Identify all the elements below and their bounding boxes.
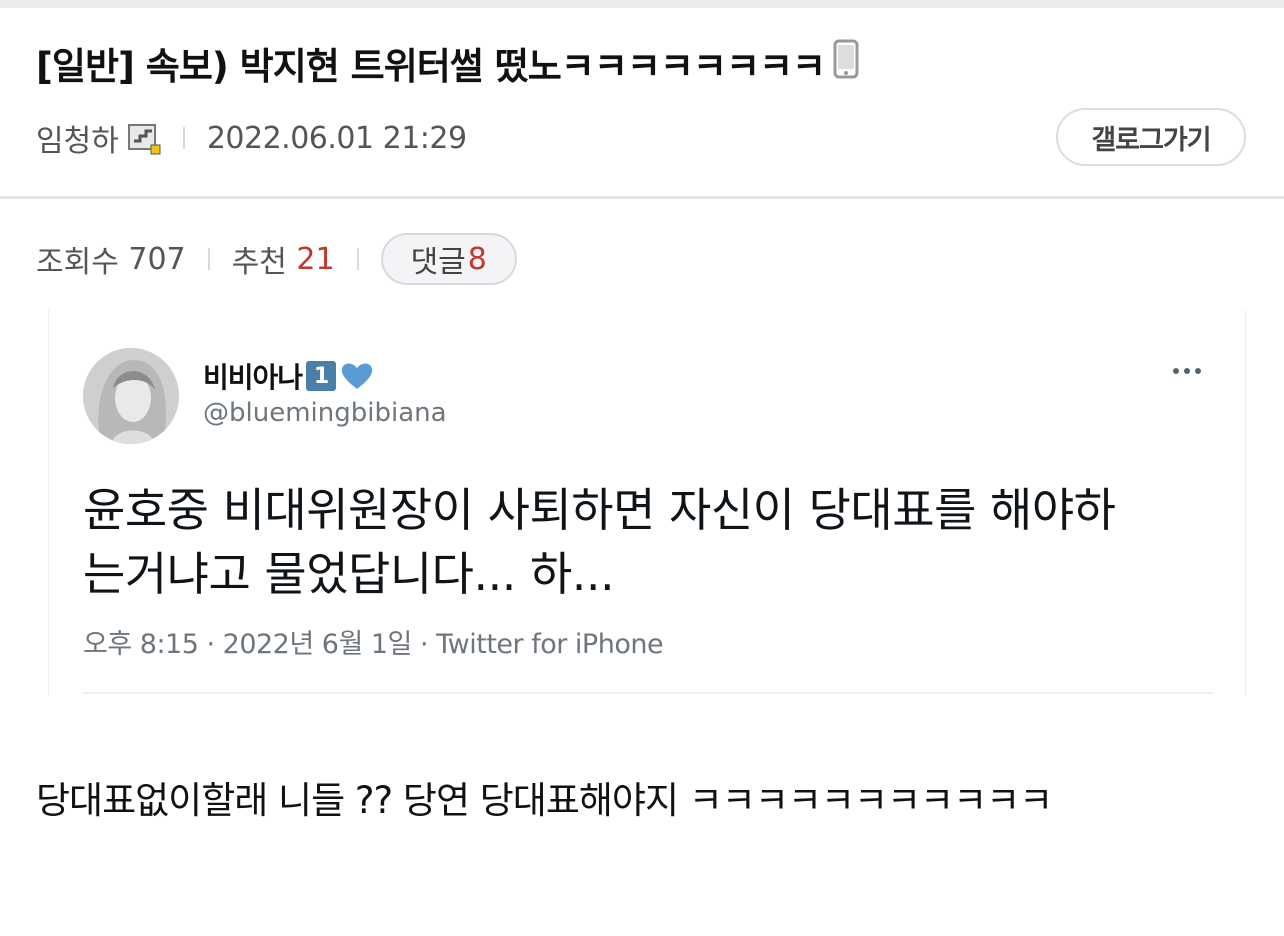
post-title: [일반] 속보) 박지현 트위터썰 떴노ㅋㅋㅋㅋㅋㅋㅋㅋ — [36, 39, 859, 95]
comments-label: 댓글 — [410, 245, 466, 280]
gallog-button[interactable]: 갤로그가기 — [1056, 108, 1246, 166]
tweet-author-text: 비비아나 — [203, 361, 303, 394]
meta-separator — [182, 127, 185, 149]
post-title-text: [일반] 속보) 박지현 트위터썰 떴노ㅋㅋㅋㅋㅋㅋㅋㅋ — [36, 45, 826, 88]
post-datetime: 2022.06.01 21:29 — [206, 120, 467, 156]
tweet-author-name: 비비아나 1 — [203, 356, 374, 396]
post-meta: 임청하 2022.06.01 21:29 — [36, 116, 467, 160]
tweet-divider — [83, 692, 1213, 694]
more-icon — [1173, 368, 1201, 374]
post-stats: 조회수 707 추천 21 댓글 8 — [36, 232, 517, 286]
post-body: 당대표없이할래 니들 ?? 당연 당대표해야지 ㅋㅋㅋㅋㅋㅋㅋㅋㅋㅋㅋ — [36, 779, 1053, 822]
comments-button[interactable]: 댓글 8 — [380, 233, 517, 285]
top-border — [0, 0, 1284, 8]
tweet-handle: @bluemingbibiana — [203, 398, 447, 428]
tweet-footer: 오후 8:15 · 2022년 6월 1일 · Twitter for iPho… — [83, 629, 664, 660]
phone-icon — [833, 39, 859, 92]
recommend-label: 추천 — [231, 245, 287, 280]
author-name[interactable]: 임청하 — [36, 116, 119, 160]
stats-separator — [207, 248, 210, 270]
avatar — [83, 348, 179, 444]
tweet-text-line2: 는거냐고 물었답니다... 하... — [83, 547, 615, 601]
verified-heart-icon — [340, 361, 374, 391]
views-label: 조회수 — [36, 245, 119, 280]
number-badge: 1 — [306, 361, 337, 391]
views-count: 707 — [128, 241, 186, 277]
level-icon — [127, 121, 161, 155]
tweet-text: 윤호중 비대위원장이 사퇴하면 자신이 당대표를 해야하 는거냐고 물었답니다.… — [83, 478, 1223, 606]
tweet-screenshot: 비비아나 1 @bluemingbibiana 윤호중 비대위원장이 사퇴하면 … — [48, 310, 1246, 696]
header-divider — [0, 196, 1284, 199]
recommend-count: 21 — [296, 241, 335, 277]
stats-separator — [356, 248, 359, 270]
tweet-text-line1: 윤호중 비대위원장이 사퇴하면 자신이 당대표를 해야하 — [83, 483, 1116, 537]
comments-count: 8 — [467, 241, 487, 277]
